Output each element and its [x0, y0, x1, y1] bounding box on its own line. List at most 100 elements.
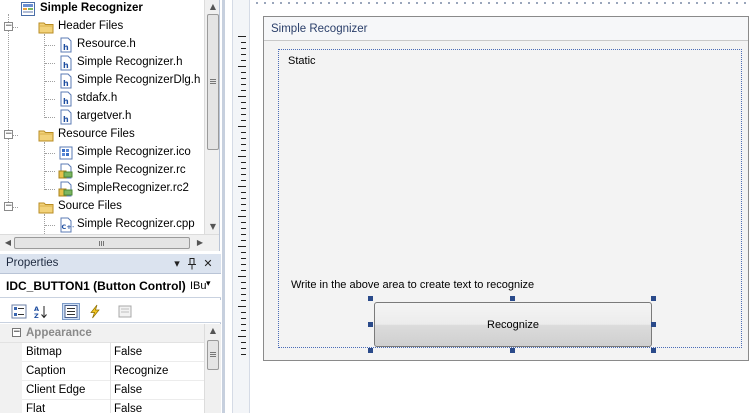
explorer-vertical-scrollbar[interactable]: ▲ ▼: [204, 0, 219, 234]
guide-dot: [512, 2, 514, 4]
chevron-down-icon[interactable]: ▾: [206, 279, 211, 289]
tree-folder-source-files[interactable]: − Source Files: [0, 198, 204, 216]
ruler-tick: [241, 42, 246, 43]
scroll-right-icon[interactable]: ▶: [192, 236, 208, 250]
resize-handle[interactable]: [368, 348, 373, 353]
tree-folder-resource-files[interactable]: − Resource Files: [0, 126, 204, 144]
categorized-icon[interactable]: [10, 303, 28, 320]
resize-handle[interactable]: [510, 348, 515, 353]
property-row[interactable]: Flat False: [0, 400, 204, 413]
property-value[interactable]: False: [114, 384, 142, 396]
tree-item-file[interactable]: h stdafx.h: [0, 90, 204, 108]
tree-folder-header-files[interactable]: − Header Files: [0, 18, 204, 36]
category-label: Appearance: [26, 327, 92, 339]
recognize-button[interactable]: Recognize: [374, 302, 652, 347]
collapse-icon[interactable]: −: [4, 130, 13, 139]
tree-item-file[interactable]: C++ Simple Recognizer.cpp: [0, 216, 204, 234]
scroll-up-icon[interactable]: ▲: [205, 0, 219, 14]
tree-item-file[interactable]: h Simple RecognizerDlg.h: [0, 72, 204, 90]
folder-icon: [38, 127, 54, 143]
dialog-title: Simple Recognizer: [271, 23, 368, 35]
svg-text:h: h: [63, 61, 69, 70]
ruler-tick: [241, 174, 246, 175]
guide-dot: [688, 2, 690, 4]
collapse-icon[interactable]: −: [12, 328, 21, 337]
tree-item-project[interactable]: Simple Recognizer: [0, 0, 204, 18]
tree-item-file[interactable]: Simple Recognizer.rc: [0, 162, 204, 180]
guide-dot: [536, 2, 538, 4]
collapse-icon[interactable]: −: [4, 22, 13, 31]
property-row[interactable]: Bitmap False: [0, 343, 204, 362]
resize-handle[interactable]: [368, 296, 373, 301]
resize-handle[interactable]: [651, 348, 656, 353]
scroll-thumb[interactable]: [207, 340, 219, 370]
guide-dot: [376, 2, 378, 4]
property-value[interactable]: Recognize: [114, 365, 168, 377]
ruler-tick: [241, 330, 246, 331]
guide-dot: [392, 2, 394, 4]
guide-dot: [448, 2, 450, 4]
guide-dot: [664, 2, 666, 4]
property-value[interactable]: False: [114, 346, 142, 358]
property-row[interactable]: Caption Recognize: [0, 362, 204, 381]
resize-handle[interactable]: [651, 296, 656, 301]
folder-label: Resource Files: [58, 128, 135, 140]
ruler-tick: [241, 120, 246, 121]
guide-dot: [344, 2, 346, 4]
resize-handle[interactable]: [510, 296, 515, 301]
guide-ruler[interactable]: [234, 36, 246, 358]
collapse-icon[interactable]: −: [4, 202, 13, 211]
guide-dot: [504, 2, 506, 4]
tree-item-file[interactable]: h Resource.h: [0, 36, 204, 54]
scroll-thumb[interactable]: [14, 237, 190, 249]
object-selector-dropdown[interactable]: IDC_BUTTON1 (Button Control) IBu ▾: [0, 274, 221, 298]
alphabetical-sort-icon[interactable]: AZ: [32, 303, 50, 320]
file-label: Simple Recognizer.ico: [77, 146, 191, 158]
guide-dot: [648, 2, 650, 4]
scroll-down-icon[interactable]: ▼: [205, 220, 219, 234]
pin-icon[interactable]: [185, 255, 199, 272]
guide-dot: [624, 2, 626, 4]
explorer-horizontal-scrollbar[interactable]: ◀ ▶: [0, 234, 219, 251]
guide-dot: [744, 2, 746, 4]
property-row[interactable]: Client Edge False: [0, 381, 204, 400]
guide-dot: [720, 2, 722, 4]
guide-dot: [520, 2, 522, 4]
file-label: Simple Recognizer.h: [77, 56, 183, 68]
resize-handle[interactable]: [651, 322, 656, 327]
close-icon[interactable]: ✕: [201, 255, 215, 272]
events-lightning-icon[interactable]: [86, 303, 104, 320]
dialog-window[interactable]: Simple Recognizer Static Write in the ab…: [263, 16, 749, 361]
guide-dot: [696, 2, 698, 4]
dialog-title-bar: Simple Recognizer: [264, 17, 748, 41]
svg-text:h: h: [63, 115, 69, 124]
guide-dot: [672, 2, 674, 4]
header-file-icon: h: [58, 73, 74, 89]
property-value[interactable]: False: [114, 403, 142, 413]
properties-view-icon[interactable]: [62, 303, 80, 320]
file-label: Simple RecognizerDlg.h: [77, 74, 201, 86]
ruler-tick: [238, 216, 246, 217]
tree-item-file[interactable]: h Simple Recognizer.h: [0, 54, 204, 72]
instruction-text: Write in the above area to create text t…: [291, 279, 535, 291]
tree-item-file[interactable]: SimpleRecognizer.rc2: [0, 180, 204, 198]
properties-vertical-scrollbar[interactable]: ▲: [204, 324, 221, 413]
scroll-thumb[interactable]: [207, 14, 219, 150]
ruler-tick: [241, 234, 246, 235]
ruler-tick: [241, 282, 246, 283]
guide-dot: [480, 2, 482, 4]
ruler-tick: [241, 252, 246, 253]
tree-item-file[interactable]: h targetver.h: [0, 108, 204, 126]
scroll-up-icon[interactable]: ▲: [205, 324, 221, 338]
property-pages-icon[interactable]: [116, 303, 134, 320]
header-file-icon: h: [58, 55, 74, 71]
ruler-tick: [241, 90, 246, 91]
ruler-tick: [241, 258, 246, 259]
dropdown-arrow-icon[interactable]: ▾: [170, 255, 184, 272]
guide-dot: [560, 2, 562, 4]
category-appearance[interactable]: − Appearance: [0, 324, 204, 343]
tree-item-file[interactable]: Simple Recognizer.ico: [0, 144, 204, 162]
project-icon: [20, 1, 36, 17]
top-guide-dots: [252, 0, 750, 10]
resize-handle[interactable]: [368, 322, 373, 327]
